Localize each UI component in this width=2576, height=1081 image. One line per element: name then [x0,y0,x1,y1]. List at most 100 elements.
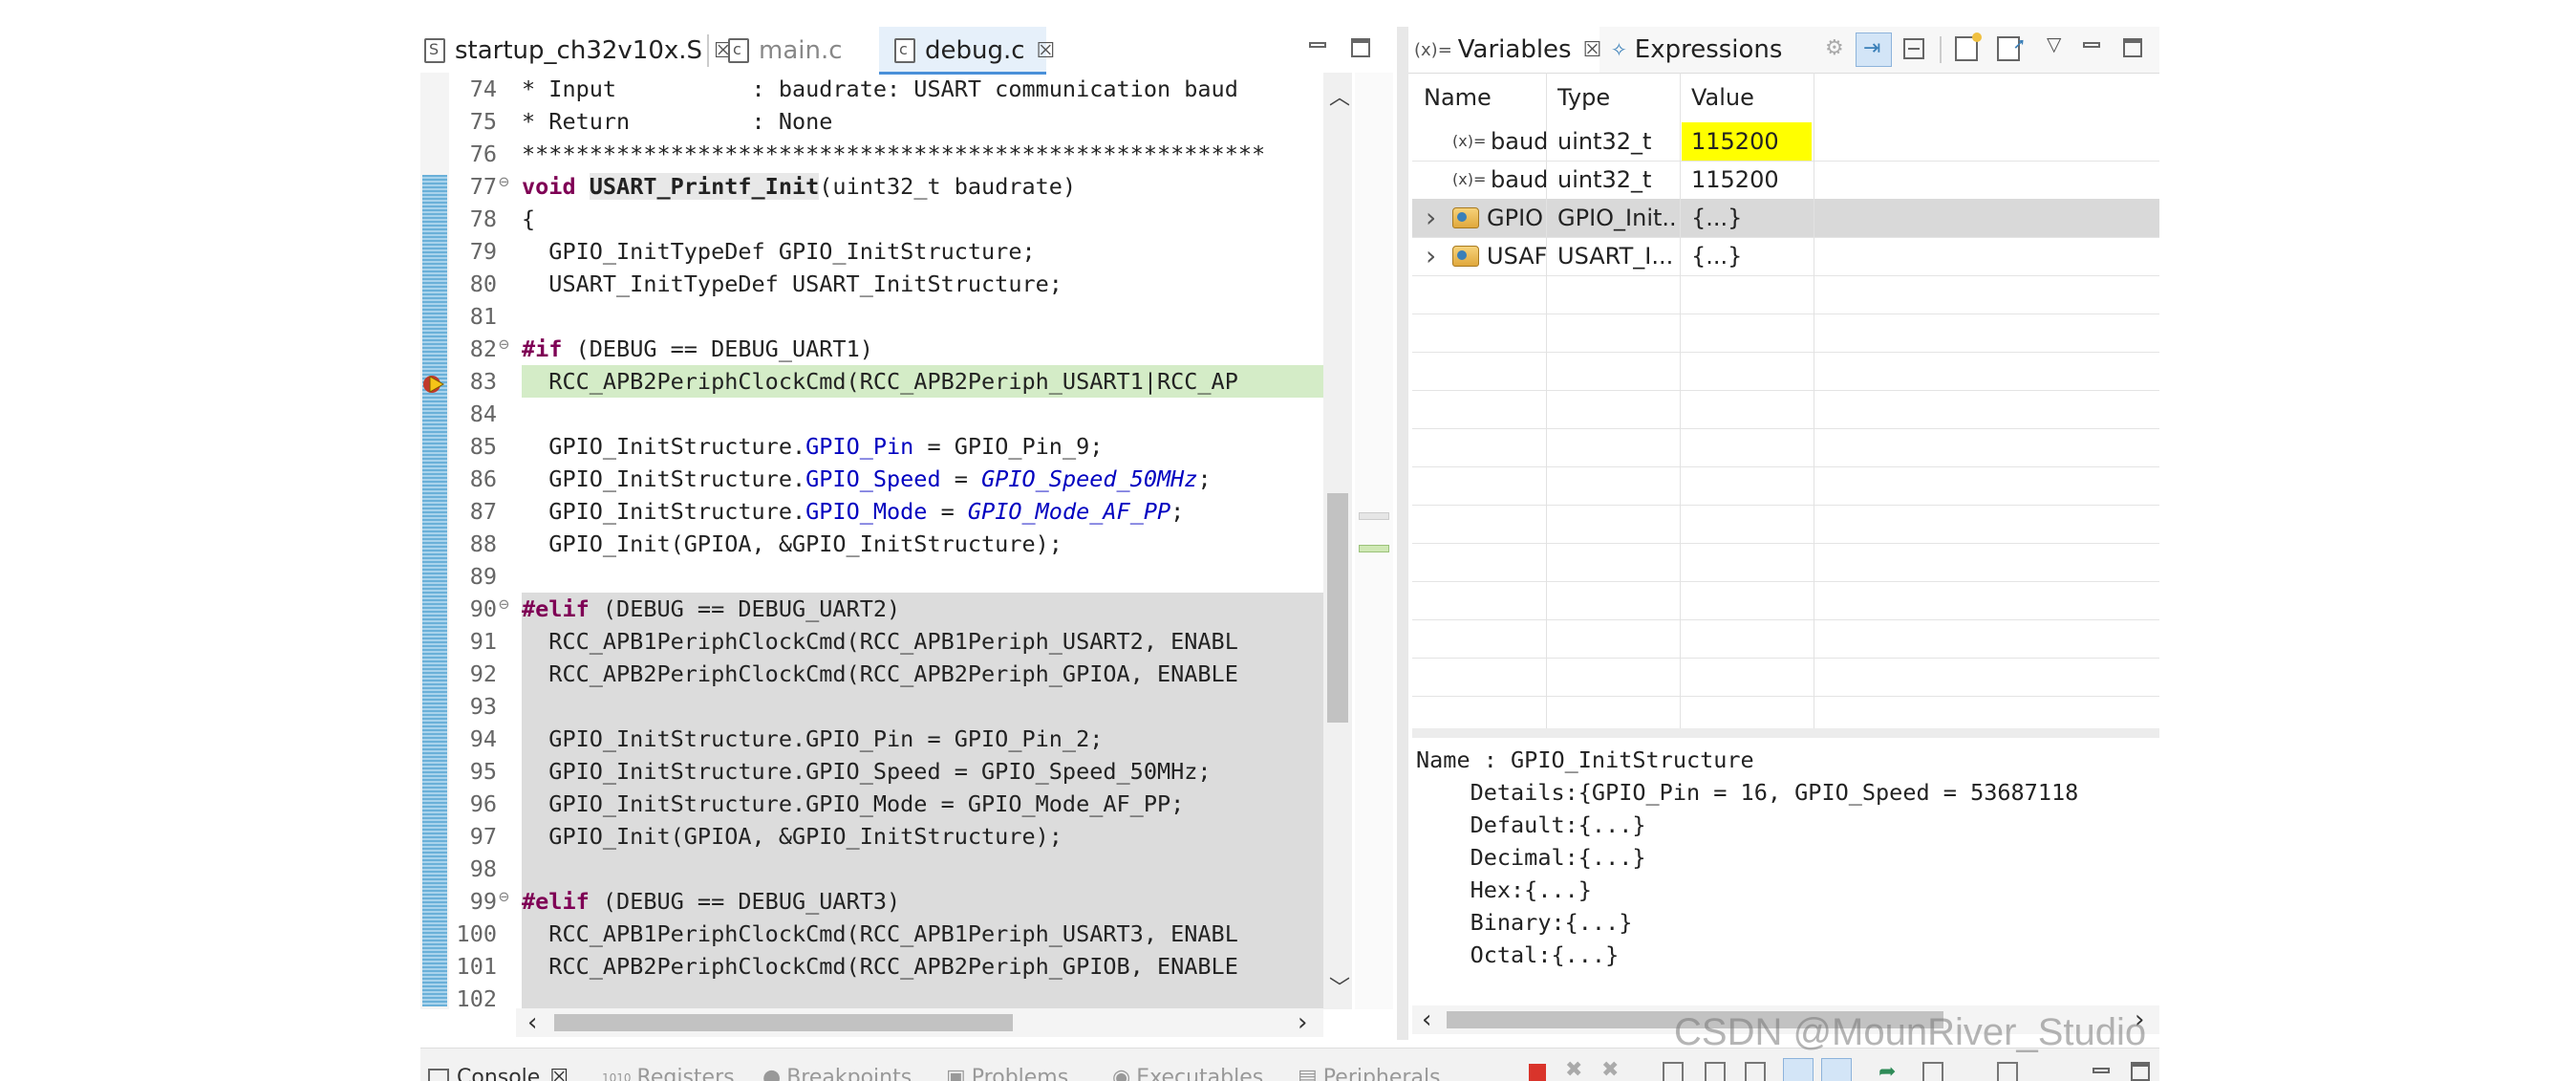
variable-value[interactable]: 115200 [1682,122,1812,161]
editor-vertical-scrollbar[interactable]: ︿ ﹀ [1323,73,1352,1009]
table-row[interactable]: ›GPIOGPIO_Init...{...} [1412,199,2159,238]
code-line[interactable]: 84 [420,398,1323,430]
minimize-icon[interactable] [2083,42,2100,48]
minimize-icon[interactable] [2093,1068,2110,1073]
tab-startup-file[interactable]: S startup_ch32v10x.S ☒ [424,27,733,75]
show-on-output-icon[interactable] [1821,1058,1852,1081]
maximize-icon[interactable] [2123,38,2142,57]
details-line: Details:{GPIO_Pin = 16, GPIO_Speed = 536… [1416,776,2161,809]
scroll-up-icon[interactable]: ︿ [1329,80,1350,111]
registers-icon: 1010 [602,1071,632,1081]
code-line[interactable]: 99⊖#elif (DEBUG == DEBUG_UART3) [420,885,1323,918]
code-line[interactable]: 79 GPIO_InitTypeDef GPIO_InitStructure; [420,235,1323,268]
tab-breakpoints[interactable]: ● Breakpoints [762,1066,912,1081]
show-logical-structure-icon[interactable]: ⇥ [1863,36,1888,61]
table-header: Name Type Value [1412,73,2159,122]
minimize-icon[interactable] [1309,42,1326,48]
empty-row [1412,658,2159,697]
scroll-lock-icon[interactable] [1705,1062,1726,1081]
code-line[interactable]: 74* Input : baudrate: USART communicatio… [420,73,1323,105]
remove-launch-icon[interactable]: ✖ [1565,1058,1582,1081]
scroll-right-icon[interactable]: › [1298,1008,1307,1037]
code-line[interactable]: 81 [420,300,1323,333]
variable-value[interactable]: {...} [1682,237,1812,275]
word-wrap-icon[interactable] [1745,1062,1766,1081]
tab-problems[interactable]: ▣ Problems [946,1066,1068,1081]
scroll-left-icon[interactable]: ‹ [1422,1005,1431,1034]
code-line[interactable]: 89 [420,560,1323,593]
tab-registers[interactable]: 1010 Registers [602,1066,735,1081]
expand-chevron-icon[interactable]: › [1426,237,1436,275]
variable-value[interactable]: {...} [1682,199,1812,237]
view-splitter[interactable] [1397,27,1408,1040]
tab-debug-c-content[interactable]: c debug.c ☒ [894,27,1055,75]
code-line[interactable]: 91 RCC_APB1PeriphClockCmd(RCC_APB1Periph… [420,625,1323,658]
code-line[interactable]: 101 RCC_APB2PeriphClockCmd(RCC_APB2Perip… [420,950,1323,983]
code-line[interactable]: 102 [420,983,1323,1009]
table-row[interactable]: ›USAFUSART_I...{...} [1412,237,2159,276]
code-operator: = [941,465,981,492]
code-operator: = [927,498,967,525]
line-number: 92 [420,658,497,690]
code-line[interactable]: 85 GPIO_InitStructure.GPIO_Pin = GPIO_Pi… [420,430,1323,463]
tab-peripherals[interactable]: ▤ Peripherals [1298,1066,1441,1081]
details-pane[interactable]: Name : GPIO_InitStructure Details:{GPIO_… [1416,744,2161,971]
code-line[interactable]: 83 RCC_APB2PeriphClockCmd(RCC_APB2Periph… [420,365,1323,398]
code-line[interactable]: 87 GPIO_InitStructure.GPIO_Mode = GPIO_M… [420,495,1323,528]
clear-console-icon[interactable] [1663,1062,1684,1081]
column-header-name[interactable]: Name [1424,78,1492,117]
code-line[interactable]: 80 USART_InitTypeDef USART_InitStructure… [420,268,1323,300]
close-icon[interactable]: ☒ [549,1066,569,1081]
code-line[interactable]: 90⊖#elif (DEBUG == DEBUG_UART2) [420,593,1323,625]
code-line[interactable]: 75* Return : None [420,105,1323,138]
tab-variables-content[interactable]: (x)= Variables ☒ [1414,34,1601,65]
display-console-icon[interactable] [1922,1062,1943,1081]
code-line[interactable]: 78{ [420,203,1323,235]
code-line[interactable]: 96 GPIO_InitStructure.GPIO_Mode = GPIO_M… [420,788,1323,820]
open-console-icon[interactable] [1997,1062,2018,1081]
expand-chevron-icon[interactable]: › [1426,199,1436,237]
code-editor[interactable]: 74* Input : baudrate: USART communicatio… [420,73,1323,1009]
tab-main-c[interactable]: c main.c [728,27,843,75]
code-line[interactable]: 93 [420,690,1323,723]
code-line[interactable]: 77⊖void USART_Printf_Init(uint32_t baudr… [420,170,1323,203]
code-line[interactable]: 97 GPIO_Init(GPIOA, &GPIO_InitStructure)… [420,820,1323,853]
tab-peripherals-label: Peripherals [1323,1066,1441,1081]
code-line[interactable]: 76**************************************… [420,138,1323,170]
close-icon[interactable]: ☒ [1037,39,1056,63]
code-line[interactable]: 88 GPIO_Init(GPIOA, &GPIO_InitStructure)… [420,528,1323,560]
code-line[interactable]: 95 GPIO_InitStructure.GPIO_Speed = GPIO_… [420,755,1323,788]
table-row[interactable]: (x)=bauduint32_t115200 [1412,122,2159,162]
code-line[interactable]: 94 GPIO_InitStructure.GPIO_Pin = GPIO_Pi… [420,723,1323,755]
tab-expressions[interactable]: ✧ Expressions [1611,34,1782,65]
scroll-down-icon[interactable]: ﹀ [1329,971,1350,1002]
scrollbar-thumb[interactable] [554,1014,1013,1031]
maximize-icon[interactable] [2131,1062,2150,1081]
code-line[interactable]: 98 [420,853,1323,885]
editor-horizontal-scrollbar[interactable]: ‹ › [516,1008,1323,1037]
variable-value[interactable]: 115200 [1682,161,1812,199]
column-header-value[interactable]: Value [1691,78,1754,117]
maximize-icon[interactable] [1351,38,1370,57]
tab-executables[interactable]: ◉ Executables [1112,1066,1263,1081]
details-splitter[interactable] [1412,728,2159,738]
tab-console[interactable]: Console ☒ [428,1066,569,1081]
new-console-icon[interactable]: ➦ [1878,1060,1896,1081]
table-row[interactable]: (x)=bauduint32_t115200 [1412,161,2159,200]
collapse-all-icon[interactable] [1903,38,1924,59]
code-line[interactable]: 92 RCC_APB2PeriphClockCmd(RCC_APB2Periph… [420,658,1323,690]
remove-all-icon[interactable]: ✖ [1601,1058,1619,1081]
add-watch-icon[interactable] [1955,36,1978,61]
show-type-names-icon[interactable]: ⚙ [1825,36,1850,61]
close-icon[interactable]: ☒ [1583,38,1602,62]
column-header-type[interactable]: Type [1557,78,1610,117]
pin-console-icon[interactable] [1783,1058,1814,1081]
code-line[interactable]: 86 GPIO_InitStructure.GPIO_Speed = GPIO_… [420,463,1323,495]
scroll-left-icon[interactable]: ‹ [527,1008,537,1037]
code-line[interactable]: 100 RCC_APB1PeriphClockCmd(RCC_APB1Perip… [420,918,1323,950]
view-menu-icon[interactable]: ▽ [2047,32,2061,55]
scrollbar-thumb[interactable] [1327,493,1348,723]
code-line[interactable]: 82⊖#if (DEBUG == DEBUG_UART1) [420,333,1323,365]
terminate-icon[interactable] [1529,1064,1546,1081]
export-icon[interactable]: ➚ [1997,36,2020,61]
